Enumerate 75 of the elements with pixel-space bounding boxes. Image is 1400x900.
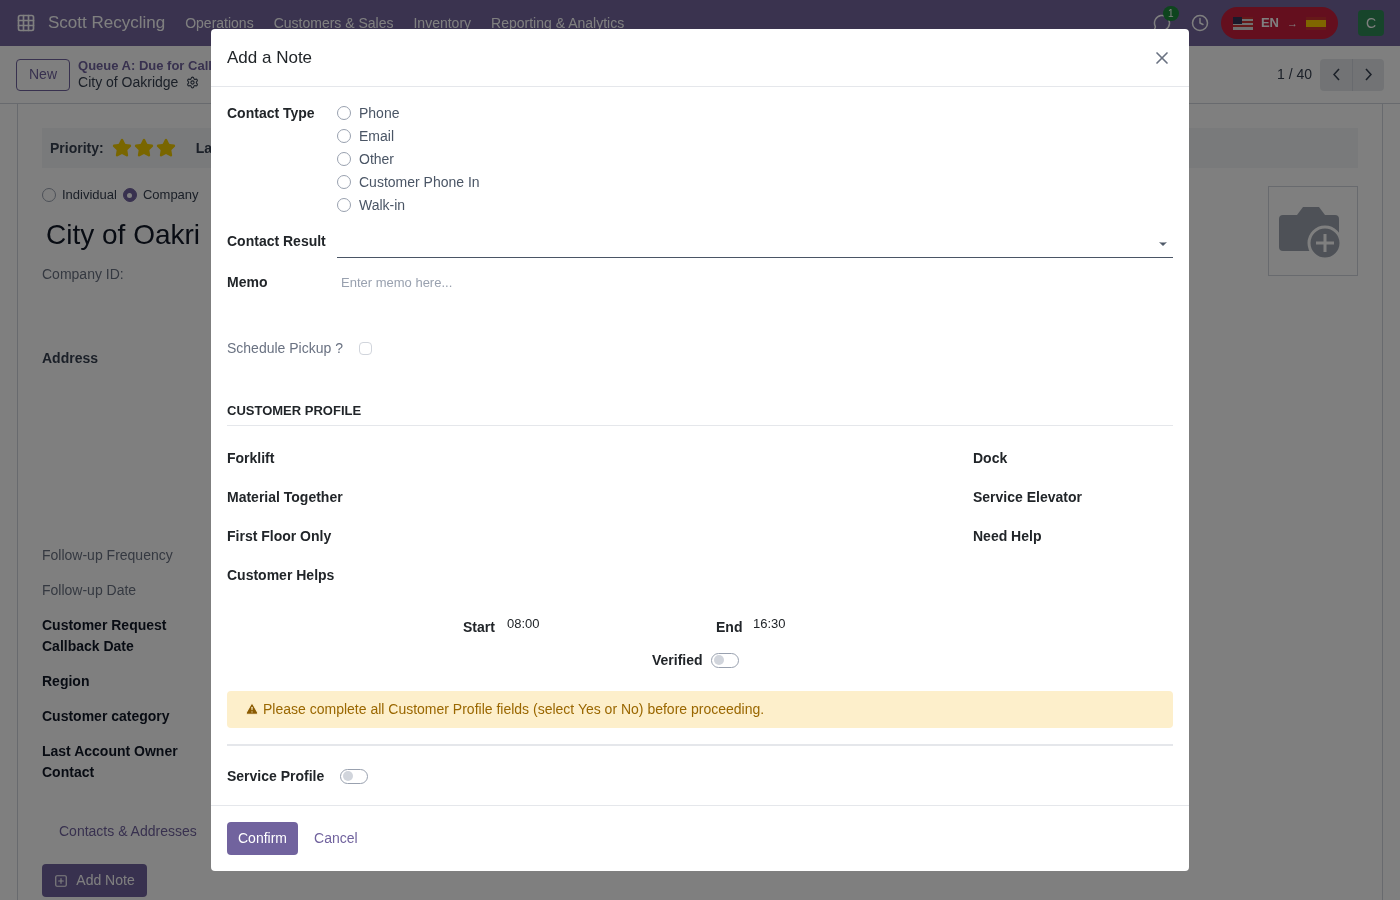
- field-value[interactable]: 08:00: [507, 613, 716, 633]
- breadcrumb-link[interactable]: Queue A: Due for Call: [78, 57, 212, 74]
- radio-label: Walk-in: [359, 195, 406, 215]
- radio-button[interactable]: [337, 129, 351, 143]
- field-label: Forklift: [227, 448, 276, 468]
- flag-icon: [1306, 16, 1326, 30]
- confirm-button[interactable]: Confirm: [227, 822, 298, 855]
- field-label: Need Help: [973, 526, 1043, 546]
- user-avatar[interactable]: C: [1358, 10, 1384, 36]
- warning-message: Please complete all Customer Profile fields (select Yes or No) before proceeding.: [263, 699, 765, 719]
- radio-button[interactable]: [337, 175, 351, 189]
- next-button[interactable]: [1352, 58, 1384, 91]
- field-label: Customer Request Callback Date: [42, 616, 168, 656]
- app-name[interactable]: Scott Recycling: [48, 10, 166, 36]
- clock-icon[interactable]: [1190, 14, 1209, 32]
- radio-label: Individual: [62, 186, 117, 205]
- toggle-switch[interactable]: [710, 652, 739, 668]
- field-label: Memo: [227, 273, 269, 292]
- apps-menu-icon[interactable]: [16, 13, 36, 33]
- field-value[interactable]: 16:30: [753, 613, 786, 633]
- record-title: City of Oakridge: [78, 73, 179, 92]
- field-label: Material Together: [227, 487, 344, 507]
- toggle-switch[interactable]: [340, 768, 369, 784]
- field-label: Service Profile: [227, 766, 325, 786]
- photo-placeholder[interactable]: [1268, 186, 1358, 276]
- language-switch[interactable]: EN →: [1220, 7, 1338, 39]
- plus-icon: [54, 873, 69, 888]
- record-name: City of Oakri: [46, 218, 201, 252]
- memo-field[interactable]: Enter memo here...: [337, 272, 1173, 293]
- section-title: CUSTOMER PROFILE: [227, 401, 1173, 426]
- field-label: Last Account Owner Contact: [42, 742, 179, 782]
- priority-star[interactable]: [111, 138, 132, 158]
- radio-button[interactable]: [337, 106, 351, 120]
- field-label: Contact Result: [227, 232, 327, 251]
- dialog-title: Add a Note: [227, 46, 313, 69]
- field-label: Schedule Pickup ?: [227, 339, 343, 358]
- radio-label: Other: [359, 149, 394, 169]
- radio-button[interactable]: [337, 152, 351, 166]
- chevron-right-icon: [1365, 68, 1372, 81]
- priority-star[interactable]: [155, 138, 176, 158]
- field-label: Dock: [973, 448, 1009, 468]
- priority-star[interactable]: [133, 138, 154, 158]
- radio-button[interactable]: [122, 188, 137, 202]
- add-note-button[interactable]: Add Note: [42, 864, 147, 897]
- radio-label: Company: [142, 186, 199, 205]
- field-label: Customer Helps: [227, 565, 336, 585]
- new-button[interactable]: New: [16, 58, 70, 91]
- field-label: Contact Type: [227, 104, 316, 123]
- chevron-left-icon: [1332, 68, 1340, 81]
- field-label: Follow-up Frequency: [42, 546, 174, 565]
- field-label: Service Elevator: [973, 487, 1083, 507]
- field-label: First Floor Only: [227, 526, 333, 546]
- priority-label: Priority:: [50, 138, 104, 158]
- field-label: Start: [463, 617, 496, 637]
- cancel-button[interactable]: Cancel: [306, 822, 366, 855]
- radio-button[interactable]: [337, 198, 351, 212]
- pager-counter: 1 / 40: [1276, 65, 1312, 84]
- warning-icon: [245, 702, 259, 716]
- notification-badge: 1: [1162, 6, 1179, 21]
- radio-label: Email: [359, 126, 394, 146]
- radio-label: Customer Phone In: [359, 172, 480, 192]
- checkbox[interactable]: [358, 342, 372, 355]
- field-label: Verified: [652, 650, 703, 670]
- flag-icon: [1232, 16, 1253, 30]
- field-label: Customer category: [42, 707, 171, 726]
- field-label: End: [716, 617, 744, 637]
- previous-button[interactable]: [1320, 58, 1352, 91]
- field-label: Address: [42, 349, 99, 368]
- radio-label: Phone: [359, 103, 400, 123]
- field-label: Company ID:: [42, 265, 125, 284]
- field-label: Follow-up Date: [42, 581, 138, 600]
- settings-icon[interactable]: [186, 76, 200, 90]
- radio-button[interactable]: [42, 188, 56, 202]
- field-label: Region: [42, 672, 91, 691]
- field-label: La: [195, 138, 213, 158]
